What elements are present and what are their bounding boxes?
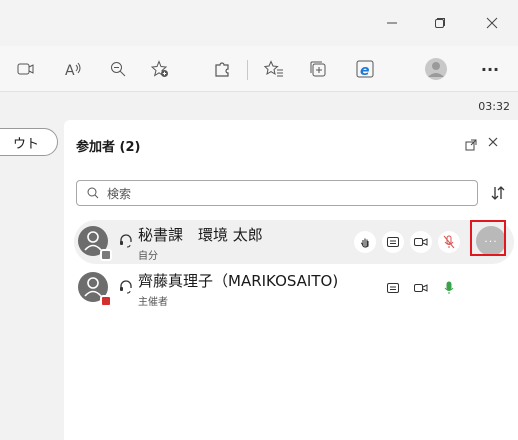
close-icon (488, 137, 498, 147)
window-icon[interactable] (12, 55, 40, 83)
video-icon (414, 284, 428, 292)
restore-icon (435, 18, 445, 28)
popout-icon (465, 139, 477, 151)
close-panel-button[interactable] (488, 134, 498, 150)
headset-icon (120, 234, 132, 248)
browser-toolbar: A e ··· (0, 46, 518, 92)
panel-title: 参加者 (2) (76, 140, 141, 155)
collections-icon[interactable] (304, 55, 332, 83)
leave-button[interactable]: ウト (0, 128, 58, 156)
sort-button[interactable] (488, 182, 508, 204)
highlight-box (470, 220, 506, 256)
caption-button[interactable] (382, 231, 404, 253)
video-button[interactable] (410, 231, 432, 253)
close-window-button[interactable] (478, 10, 506, 36)
search-icon (87, 187, 99, 199)
headset-icon (120, 280, 132, 294)
minimize-button[interactable] (378, 10, 406, 36)
read-aloud-icon[interactable]: A (60, 55, 88, 83)
raise-hand-button[interactable] (354, 231, 376, 253)
mute-button[interactable] (438, 231, 460, 253)
meeting-area: 03:32 ウト 参加者 (2) 検索 秘書課 環境 太郎 自分 ··· 齊藤真… (0, 92, 518, 440)
add-favorite-icon[interactable] (146, 55, 174, 83)
participant-role: 自分 (138, 251, 158, 262)
sort-icon (491, 186, 505, 200)
participant-row[interactable]: 秘書課 環境 太郎 自分 ··· (74, 220, 514, 264)
ie-mode-icon[interactable]: e (352, 55, 380, 83)
video-button[interactable] (410, 277, 432, 299)
mic-button[interactable] (438, 277, 460, 299)
extensions-icon[interactable] (208, 55, 236, 83)
caption-icon (387, 237, 399, 247)
popout-button[interactable] (464, 138, 478, 152)
participant-name: 齊藤真理子（MARIKOSAITO) (138, 272, 339, 290)
caption-button[interactable] (382, 277, 404, 299)
mic-muted-icon (443, 235, 455, 249)
avatar (78, 272, 112, 307)
close-icon (486, 17, 498, 29)
status-badge (100, 249, 112, 261)
zoom-icon[interactable] (104, 55, 132, 83)
hand-icon (360, 238, 369, 248)
status-badge (100, 295, 112, 307)
participant-role: 主催者 (138, 297, 168, 308)
svg-text:A: A (65, 63, 75, 77)
profile-icon[interactable] (422, 55, 450, 83)
participants-panel: 参加者 (2) 検索 秘書課 環境 太郎 自分 ··· 齊藤真理子（MARIKO… (64, 120, 518, 440)
more-icon[interactable]: ··· (476, 55, 504, 83)
svg-text:e: e (360, 63, 370, 78)
restore-button[interactable] (426, 10, 454, 36)
favorites-icon[interactable] (260, 55, 288, 83)
toolbar-divider (247, 60, 248, 80)
participant-name: 秘書課 環境 太郎 (138, 226, 263, 244)
title-bar (0, 0, 518, 46)
mic-icon (444, 281, 454, 294)
minimize-icon (387, 22, 397, 24)
caption-icon (387, 283, 399, 293)
participant-search-input[interactable]: 検索 (76, 180, 478, 206)
avatar (78, 226, 112, 261)
participant-row[interactable]: 齊藤真理子（MARIKOSAITO) 主催者 (74, 266, 514, 310)
meeting-clock: 03:32 (478, 100, 510, 113)
search-placeholder: 検索 (107, 186, 132, 201)
video-icon (414, 238, 428, 246)
